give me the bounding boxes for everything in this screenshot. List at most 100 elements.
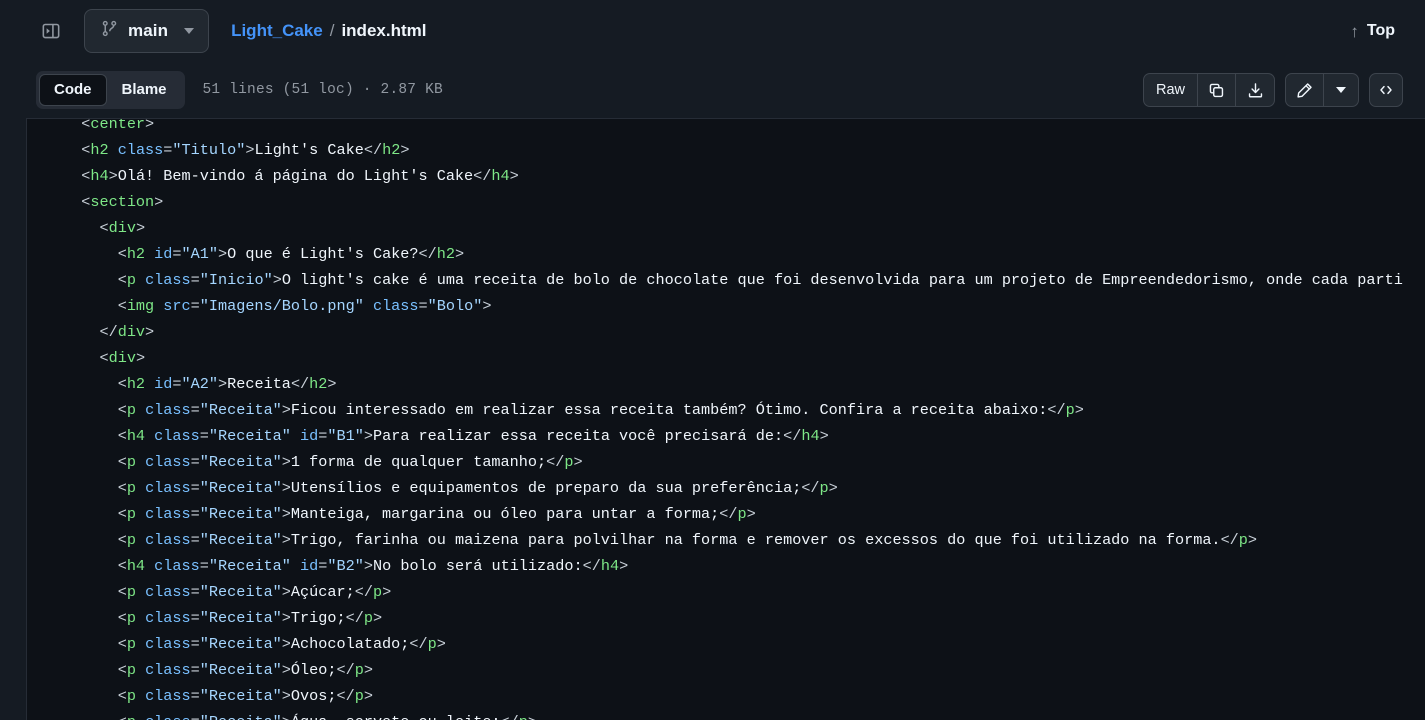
code-token: class — [117, 141, 164, 159]
edit-dropdown-chevron-down-icon[interactable] — [1324, 74, 1358, 106]
tab-code[interactable]: Code — [39, 74, 107, 106]
code-token: </ — [801, 479, 820, 497]
code-token: > — [1247, 531, 1258, 549]
code-line: <p class="Receita">Ovos;</p> — [27, 683, 1425, 709]
code-line: <p class="Receita">Açúcar;</p> — [27, 579, 1425, 605]
code-token: "Inicio" — [199, 271, 273, 289]
code-token: "Receita" — [199, 609, 282, 627]
code-token: < — [81, 193, 91, 211]
code-token: = — [418, 297, 428, 315]
download-icon[interactable] — [1236, 74, 1274, 106]
code-token: > — [135, 219, 146, 237]
code-token: Trigo; — [290, 609, 346, 627]
code-token: < — [117, 245, 127, 263]
file-metadata-label: 51 lines (51 loc) · 2.87 KB — [202, 82, 443, 98]
code-token: "B2" — [327, 557, 364, 575]
code-token: = — [190, 687, 200, 705]
code-token: p — [126, 687, 136, 705]
code-token: No bolo será utilizado: — [372, 557, 583, 575]
code-token: > — [509, 167, 519, 185]
pencil-icon[interactable] — [1286, 74, 1324, 106]
code-token: Olá! Bem-vindo á página do Light's Cake — [117, 167, 474, 185]
code-line: </div> — [27, 319, 1425, 345]
tab-blame[interactable]: Blame — [107, 74, 182, 106]
code-token: < — [117, 453, 127, 471]
code-token: > — [272, 271, 282, 289]
code-token: Achocolatado; — [290, 635, 410, 653]
code-token: = — [199, 557, 209, 575]
code-token: id — [154, 375, 173, 393]
code-token: < — [117, 583, 127, 601]
code-token: class — [145, 635, 191, 653]
code-token: < — [117, 609, 127, 627]
code-line: <h2 class="Titulo">Light's Cake</h2> — [27, 137, 1425, 163]
code-token: div — [108, 349, 136, 367]
git-branch-icon — [101, 20, 118, 42]
branch-selector[interactable]: main — [84, 9, 210, 53]
code-token: = — [191, 713, 200, 720]
code-line: <p class="Receita">1 forma de qualquer t… — [27, 449, 1425, 475]
code-token: Ficou interessado em realizar essa recei… — [290, 401, 1048, 419]
code-token: = — [190, 297, 200, 315]
code-token: = — [172, 375, 182, 393]
code-token: < — [81, 141, 91, 159]
code-line: <p class="Receita">Utensílios e equipame… — [27, 475, 1425, 501]
code-token: p — [126, 401, 136, 419]
code-token: O que é Light's Cake? — [227, 245, 419, 263]
breadcrumb: Light_Cake / index.html — [231, 21, 426, 41]
edit-file-group — [1285, 73, 1359, 107]
code-viewer-panel[interactable]: <center> <h2 class="Titulo">Light's Cake… — [26, 118, 1425, 720]
code-token: p — [126, 453, 136, 471]
code-token: > — [154, 193, 164, 211]
code-token: > — [281, 401, 291, 419]
code-token: = — [190, 479, 200, 497]
code-line: <h2 id="A2">Receita</h2> — [27, 371, 1425, 397]
code-token: class — [145, 453, 191, 471]
code-token: = — [199, 427, 209, 445]
code-token: p — [126, 609, 136, 627]
breadcrumb-repo-link[interactable]: Light_Cake — [231, 21, 323, 41]
code-token: < — [117, 375, 127, 393]
code-token: 1 forma de qualquer tamanho; — [290, 453, 547, 471]
code-token: p — [363, 609, 373, 627]
code-token: "Imagens/Bolo.png" — [199, 297, 364, 315]
code-token: p — [126, 505, 136, 523]
code-token: Manteiga, margarina ou óleo para untar a… — [290, 505, 720, 523]
code-token: p — [1065, 401, 1075, 419]
code-token: "Bolo" — [427, 297, 483, 315]
code-token: Receita — [227, 375, 291, 393]
code-token: > — [528, 713, 537, 720]
code-token: h2 — [126, 245, 146, 263]
code-token: </ — [1047, 401, 1066, 419]
code-token: Light's Cake — [254, 141, 364, 159]
code-token: p — [819, 479, 829, 497]
code-token: > — [281, 687, 291, 705]
code-brackets-icon[interactable] — [1369, 73, 1403, 107]
code-token: p — [126, 583, 136, 601]
code-token: Água, sorvete ou leite; — [291, 713, 501, 720]
code-token: > — [819, 427, 829, 445]
code-token: "Receita" — [199, 531, 282, 549]
sidebar-expand-icon[interactable] — [36, 16, 66, 46]
copy-icon[interactable] — [1198, 74, 1236, 106]
code-line: <h4 class="Receita" id="B1">Para realiza… — [27, 423, 1425, 449]
code-token: p — [127, 713, 136, 720]
code-token: > — [327, 375, 337, 393]
code-token: Açúcar; — [290, 583, 355, 601]
code-token: Óleo; — [290, 661, 337, 679]
code-line: <p class="Receita">Ficou interessado em … — [27, 397, 1425, 423]
code-token: = — [172, 245, 182, 263]
code-token: </ — [99, 323, 118, 341]
raw-button[interactable]: Raw — [1144, 74, 1198, 106]
code-token: "Receita" — [199, 401, 282, 419]
code-token: p — [427, 635, 437, 653]
code-token: </ — [418, 245, 437, 263]
code-token: > — [746, 505, 756, 523]
code-token: "Titulo" — [172, 141, 246, 159]
scroll-to-top-button[interactable]: ↑ Top — [1342, 16, 1403, 46]
